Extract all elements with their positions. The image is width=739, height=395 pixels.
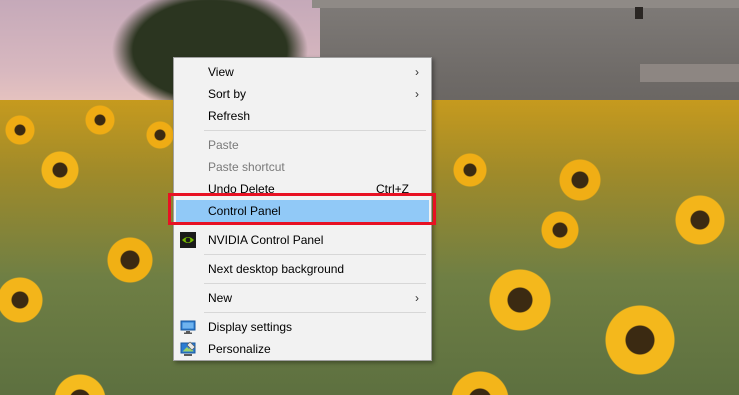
- chevron-right-icon: ›: [415, 65, 419, 79]
- menu-item-label: View: [208, 65, 234, 79]
- menu-item-label: Sort by: [208, 87, 247, 101]
- menu-item-view[interactable]: View ›: [176, 61, 429, 83]
- wallpaper-window: [635, 7, 643, 19]
- menu-item-label: Paste: [208, 138, 239, 152]
- menu-item-paste-shortcut[interactable]: Paste shortcut: [176, 156, 429, 178]
- menu-item-sort-by[interactable]: Sort by ›: [176, 83, 429, 105]
- menu-separator: [204, 283, 426, 284]
- menu-separator: [204, 254, 426, 255]
- menu-item-label: NVIDIA Control Panel: [208, 233, 324, 247]
- chevron-right-icon: ›: [415, 291, 419, 305]
- menu-item-refresh[interactable]: Refresh: [176, 105, 429, 127]
- menu-item-label: Next desktop background: [208, 262, 345, 276]
- wallpaper-roof: [640, 64, 739, 82]
- menu-item-label: Personalize: [208, 342, 271, 356]
- menu-separator: [204, 130, 426, 131]
- wallpaper-wall-top: [312, 0, 739, 8]
- menu-item-label: Display settings: [208, 320, 293, 334]
- nvidia-icon: [180, 232, 196, 248]
- display-settings-icon: [180, 319, 196, 335]
- menu-item-display-settings[interactable]: Display settings: [176, 316, 429, 338]
- personalize-icon: [180, 341, 196, 357]
- menu-item-personalize[interactable]: Personalize: [176, 338, 429, 360]
- chevron-right-icon: ›: [415, 87, 419, 101]
- menu-item-label: Refresh: [208, 109, 251, 123]
- menu-item-paste[interactable]: Paste: [176, 134, 429, 156]
- menu-item-label: Paste shortcut: [208, 160, 285, 174]
- menu-separator: [204, 312, 426, 313]
- menu-item-new[interactable]: New ›: [176, 287, 429, 309]
- menu-item-nvidia-control-panel[interactable]: NVIDIA Control Panel: [176, 229, 429, 251]
- menu-item-label: New: [208, 291, 233, 305]
- menu-item-next-desktop-background[interactable]: Next desktop background: [176, 258, 429, 280]
- annotation-highlight-frame: [168, 193, 436, 225]
